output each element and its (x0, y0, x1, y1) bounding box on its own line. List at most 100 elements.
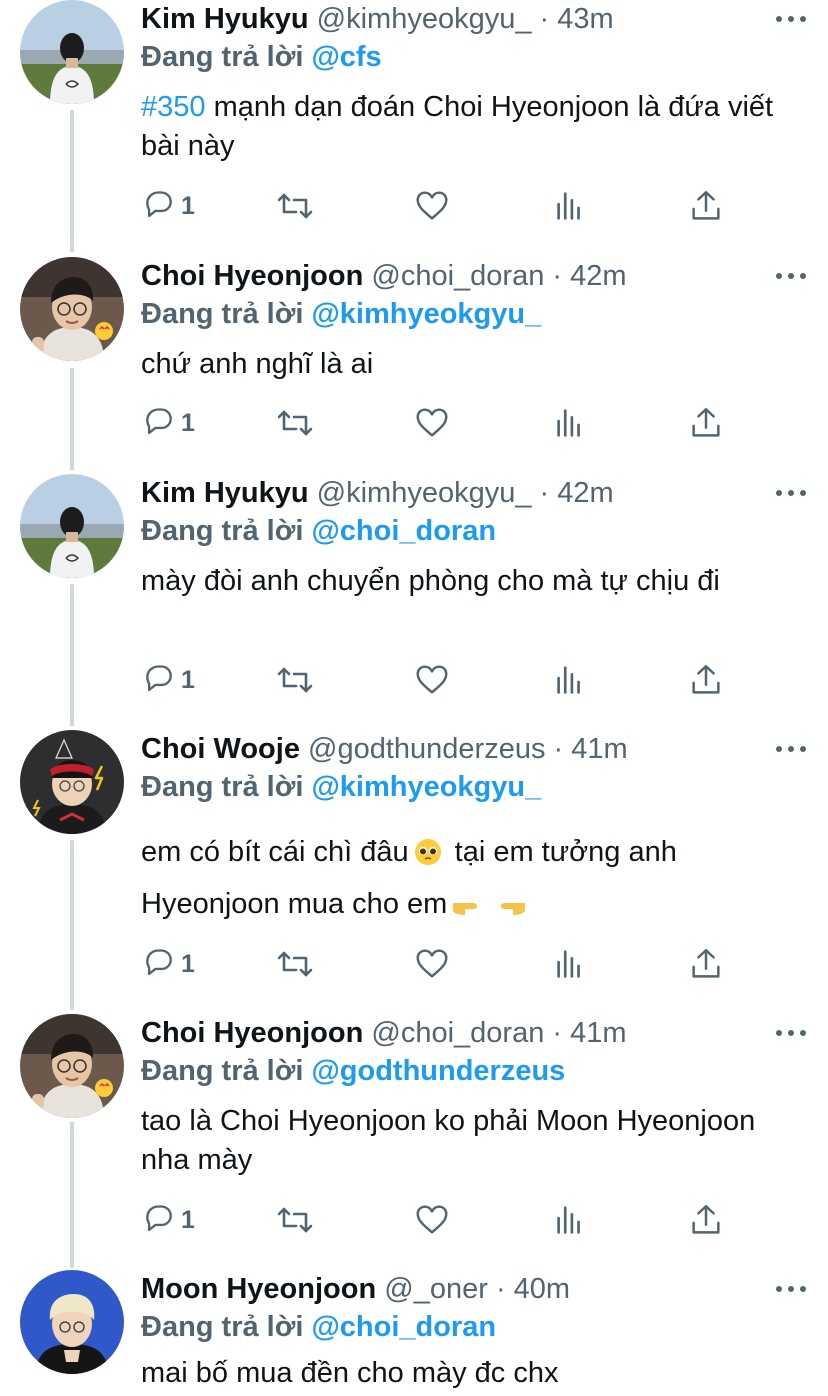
tweet-text: tao là Choi Hyeonjoon ko phải Moon Hyeon… (141, 1105, 756, 1176)
tweet[interactable]: Kim Hyukyu @kimhyeokgyu_ · 42m Đang trả … (0, 474, 828, 714)
tweet-text: mày đòi anh chuyển phòng cho mà tự chịu … (141, 565, 720, 597)
share-button[interactable] (687, 403, 725, 443)
share-icon (692, 190, 720, 220)
author-handle[interactable]: @kimhyeokgyu_ (317, 477, 532, 509)
reply-button[interactable]: 1 (141, 403, 195, 443)
share-button[interactable] (687, 660, 725, 700)
author-handle[interactable]: @_oner (384, 1273, 488, 1305)
author-name[interactable]: Kim Hyukyu (141, 3, 309, 35)
author-handle[interactable]: @choi_doran (371, 1017, 544, 1049)
replying-to-label: Đang trả lời (141, 771, 304, 803)
reply-count: 1 (181, 191, 195, 220)
heart-icon (416, 665, 448, 694)
author-handle[interactable]: @godthunderzeus (308, 733, 545, 765)
share-button[interactable] (687, 1200, 725, 1240)
replying-to-label: Đang trả lời (141, 1055, 304, 1087)
tweet-text: #350 mạnh dạn đoán Choi Hyeonjoon là đứa… (141, 88, 808, 166)
reply-mention[interactable]: @godthunderzeus (311, 1055, 565, 1087)
analytics-button[interactable] (551, 1200, 589, 1240)
timestamp[interactable]: · 41m (554, 733, 628, 765)
author-name[interactable]: Choi Wooje (141, 733, 300, 765)
reply-mention[interactable]: @choi_doran (311, 515, 496, 547)
more-options-icon[interactable] (776, 271, 806, 281)
heart-icon (416, 191, 448, 220)
author-name[interactable]: Moon Hyeonjoon (141, 1273, 376, 1305)
author-handle[interactable]: @choi_doran (371, 260, 544, 292)
retweet-button[interactable] (275, 1200, 315, 1240)
like-button[interactable] (413, 403, 451, 443)
reply-icon (146, 949, 172, 976)
avatar[interactable] (20, 1270, 124, 1374)
analytics-button[interactable] (551, 186, 589, 226)
like-button[interactable] (413, 944, 451, 984)
author-handle[interactable]: @kimhyeokgyu_ (317, 3, 532, 35)
retweet-icon (277, 1207, 313, 1233)
avatar[interactable] (20, 1014, 124, 1118)
like-button[interactable] (413, 1200, 451, 1240)
tweet[interactable]: Choi Hyeonjoon @choi_doran · 42m Đang tr… (0, 257, 828, 457)
tweet[interactable]: Kim Hyukyu @kimhyeokgyu_ · 43m Đang trả … (0, 0, 828, 240)
timestamp[interactable]: · 42m (540, 477, 614, 509)
author-name[interactable]: Choi Hyeonjoon (141, 1017, 363, 1049)
analytics-button[interactable] (551, 403, 589, 443)
reply-button[interactable]: 1 (141, 186, 195, 226)
more-options-icon[interactable] (776, 1284, 806, 1294)
retweet-button[interactable] (275, 944, 315, 984)
timestamp[interactable]: · 43m (540, 3, 614, 35)
reply-count: 1 (181, 1205, 195, 1234)
replying-to-label: Đang trả lời (141, 515, 304, 547)
reply-icon (146, 191, 172, 218)
like-button[interactable] (413, 660, 451, 700)
reply-button[interactable]: 1 (141, 1200, 195, 1240)
reply-button[interactable]: 1 (141, 660, 195, 700)
tweet[interactable]: Choi Wooje @godthunderzeus · 41m Đang tr… (0, 730, 828, 1000)
retweet-icon (277, 410, 313, 436)
more-options-icon[interactable] (776, 744, 806, 754)
replying-to-label: Đang trả lời (141, 41, 304, 73)
share-icon (692, 948, 720, 978)
tweet[interactable]: Choi Hyeonjoon @choi_doran · 41m Đang tr… (0, 1014, 828, 1254)
retweet-button[interactable] (275, 403, 315, 443)
like-button[interactable] (413, 186, 451, 226)
avatar[interactable] (20, 0, 124, 104)
reply-button[interactable]: 1 (141, 944, 195, 984)
replying-to-label: Đang trả lời (141, 298, 304, 330)
retweet-button[interactable] (275, 660, 315, 700)
reply-icon (146, 408, 172, 435)
timestamp[interactable]: · 40m (496, 1273, 570, 1305)
share-button[interactable] (687, 944, 725, 984)
share-button[interactable] (687, 186, 725, 226)
tweet-text-body: mạnh dạn đoán Choi Hyeonjoon là đứa viết… (141, 91, 774, 162)
analytics-button[interactable] (551, 944, 589, 984)
tweet[interactable]: Moon Hyeonjoon @_oner · 40m Đang trả lời… (0, 1270, 828, 1396)
retweet-button[interactable] (275, 186, 315, 226)
share-icon (692, 407, 720, 437)
retweet-icon (277, 951, 313, 977)
hashtag-link[interactable]: #350 (141, 91, 206, 123)
more-options-icon[interactable] (776, 14, 806, 24)
analytics-icon (557, 192, 580, 220)
tweet-text: chứ anh nghĩ là ai (141, 348, 374, 380)
pointing-right-emoji-icon (453, 903, 478, 915)
analytics-icon (557, 950, 580, 978)
heart-icon (416, 1205, 448, 1234)
avatar[interactable] (20, 257, 124, 361)
analytics-button[interactable] (551, 660, 589, 700)
reply-mention[interactable]: @choi_doran (311, 1311, 496, 1343)
avatar[interactable] (20, 730, 124, 834)
reply-mention[interactable]: @cfs (311, 41, 381, 73)
author-name[interactable]: Kim Hyukyu (141, 477, 309, 509)
timestamp[interactable]: · 41m (552, 1017, 626, 1049)
share-icon (692, 664, 720, 694)
author-name[interactable]: Choi Hyeonjoon (141, 260, 363, 292)
heart-icon (416, 408, 448, 437)
reply-mention[interactable]: @kimhyeokgyu_ (311, 771, 541, 803)
more-options-icon[interactable] (776, 488, 806, 498)
analytics-icon (557, 1206, 580, 1234)
pointing-left-emoji-icon (501, 903, 526, 915)
timestamp[interactable]: · 42m (552, 260, 626, 292)
more-options-icon[interactable] (776, 1028, 806, 1038)
avatar[interactable] (20, 474, 124, 578)
reply-mention[interactable]: @kimhyeokgyu_ (311, 298, 541, 330)
pleading-face-emoji-icon (414, 839, 441, 865)
